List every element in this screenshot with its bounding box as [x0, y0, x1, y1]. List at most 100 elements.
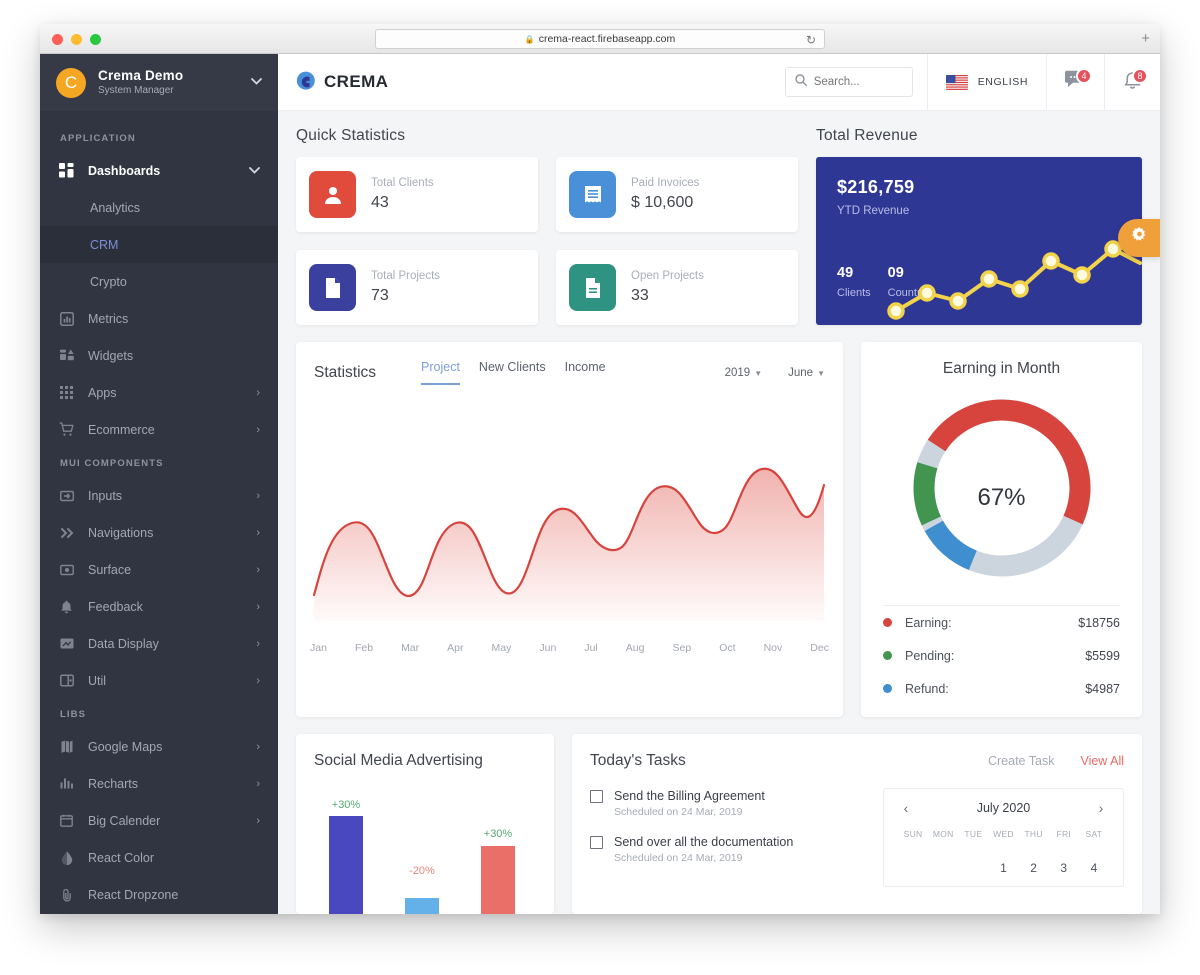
tab-project[interactable]: Project [421, 360, 460, 385]
calendar-day[interactable] [928, 839, 958, 875]
us-flag-icon [945, 74, 968, 90]
month-label: Dec [810, 642, 829, 654]
month-label: Oct [719, 642, 736, 654]
tasks-card: Today's Tasks Create Task View All Send … [572, 734, 1142, 914]
year-select[interactable]: 2019 ▼ [725, 367, 763, 379]
revenue-sparkline-chart [887, 240, 1142, 320]
sidebar-item-surface[interactable]: Surface › [40, 551, 278, 588]
stat-card-paid-invoices[interactable]: Paid Invoices $ 10,600 [556, 157, 798, 232]
address-bar[interactable]: 🔒 crema-react.firebaseapp.com ↻ [375, 29, 825, 49]
search-box[interactable] [784, 67, 913, 97]
sidebar-item-big-calender[interactable]: Big Calender › [40, 802, 278, 839]
legend-amount: $18756 [1078, 615, 1120, 630]
sidebar-item-crm[interactable]: CRM [40, 226, 278, 263]
stat-card-total-projects[interactable]: Total Projects 73 [296, 250, 538, 325]
tab-new-clients[interactable]: New Clients [479, 360, 546, 385]
total-revenue-card[interactable]: $216,759 YTD Revenue 49 Clients 09 Count… [816, 157, 1142, 325]
task-checkbox[interactable] [590, 790, 603, 803]
notifications-button[interactable]: 8 [1104, 53, 1160, 111]
legend-label: Earning: [905, 615, 952, 630]
chevron-right-icon: › [256, 489, 260, 502]
stat-text: Total Projects 73 [371, 268, 440, 307]
social-media-bar-chart: +30% -20% +30% [329, 799, 515, 914]
legend-dot-icon [883, 684, 892, 693]
revenue-clients-value: 49 [837, 265, 854, 281]
sidebar-item-inputs[interactable]: Inputs › [40, 477, 278, 514]
stat-text: Paid Invoices $ 10,600 [631, 175, 699, 214]
sidebar-item-data-display[interactable]: Data Display › [40, 625, 278, 662]
minimize-window-button[interactable] [71, 34, 82, 45]
calendar-day[interactable] [898, 839, 928, 875]
calendar-dow: WED [993, 829, 1014, 839]
tab-income[interactable]: Income [565, 360, 606, 385]
create-task-button[interactable]: Create Task [988, 754, 1054, 768]
calendar-day[interactable]: 1 [988, 839, 1018, 875]
month-select[interactable]: June ▼ [788, 367, 825, 379]
sidebar-item-crypto[interactable]: Crypto [40, 263, 278, 300]
chevron-right-icon: › [256, 740, 260, 753]
chevron-right-icon[interactable]: › [1093, 800, 1109, 816]
month-label: Feb [354, 642, 374, 654]
view-all-button[interactable]: View All [1080, 754, 1124, 768]
content-area: Quick Statistics Total Clients 43 Paid I… [278, 111, 1160, 914]
settings-fab-button[interactable] [1118, 219, 1160, 257]
stat-value: 73 [371, 287, 389, 304]
calendar: ‹ July 2020 › SUN MON TUE WED THU FRI SA… [883, 788, 1124, 887]
legend-row-earning: Earning: $18756 [883, 606, 1120, 639]
tasks-title: Today's Tasks [590, 752, 686, 769]
month-label: Aug [625, 642, 645, 654]
chevron-down-icon[interactable] [251, 74, 262, 88]
task-checkbox[interactable] [590, 836, 603, 849]
chevron-left-icon[interactable]: ‹ [898, 800, 914, 816]
file-icon [309, 264, 356, 311]
chevron-right-icon: › [256, 563, 260, 576]
sidebar-item-react-color[interactable]: React Color [40, 839, 278, 876]
sidebar-item-metrics[interactable]: Metrics [40, 300, 278, 337]
language-selector[interactable]: ENGLISH [926, 53, 1046, 111]
messages-button[interactable]: 4 [1046, 53, 1104, 111]
new-tab-button[interactable]: + [1141, 31, 1150, 46]
quick-statistics-title: Quick Statistics [296, 127, 406, 144]
calendar-month-label: July 2020 [976, 801, 1031, 815]
task-item[interactable]: Send over all the documentation Schedule… [590, 834, 875, 867]
sidebar-user-box[interactable]: C Crema Demo System Manager [40, 54, 278, 111]
legend-amount: $4987 [1085, 681, 1120, 696]
sidebar-item-apps[interactable]: Apps › [40, 374, 278, 411]
calendar-day[interactable]: 3 [1049, 839, 1079, 875]
brand[interactable]: CREMA [278, 71, 388, 93]
sidebar: C Crema Demo System Manager APPLICATION … [40, 54, 278, 914]
row-statistics: Statistics Project New Clients Income 20… [296, 342, 1142, 717]
sidebar-item-react-dropzone[interactable]: React Dropzone [40, 876, 278, 913]
calendar-day[interactable]: 2 [1019, 839, 1049, 875]
stat-card-open-projects[interactable]: Open Projects 33 [556, 250, 798, 325]
calendar-day[interactable]: 4 [1079, 839, 1109, 875]
sidebar-item-util[interactable]: Util › [40, 662, 278, 699]
social-media-card: Social Media Advertising +30% -20% +30% [296, 734, 554, 914]
maximize-window-button[interactable] [90, 34, 101, 45]
sidebar-item-recharts[interactable]: Recharts › [40, 765, 278, 802]
close-window-button[interactable] [52, 34, 63, 45]
stat-card-total-clients[interactable]: Total Clients 43 [296, 157, 538, 232]
sidebar-item-analytics[interactable]: Analytics [40, 189, 278, 226]
reload-icon[interactable]: ↻ [806, 32, 816, 48]
sidebar-item-navigations[interactable]: Navigations › [40, 514, 278, 551]
bar-label: -20% [409, 865, 435, 877]
search-input[interactable] [813, 76, 903, 88]
calendar-icon [58, 812, 75, 829]
task-item[interactable]: Send the Billing Agreement Scheduled on … [590, 788, 875, 821]
legend-dot-icon [883, 618, 892, 627]
sidebar-item-feedback[interactable]: Feedback › [40, 588, 278, 625]
sidebar-item-google-maps[interactable]: Google Maps › [40, 728, 278, 765]
sidebar-item-label: React Color [88, 850, 154, 865]
chevron-down-icon [249, 165, 260, 177]
sidebar-item-widgets[interactable]: Widgets [40, 337, 278, 374]
stat-label: Paid Invoices [631, 177, 700, 189]
calendar-dow: SAT [1085, 829, 1103, 839]
calendar-day[interactable] [958, 839, 988, 875]
sidebar-item-dashboards[interactable]: Dashboards [40, 152, 278, 189]
month-label: Nov [763, 642, 783, 654]
statistics-card: Statistics Project New Clients Income 20… [296, 342, 843, 717]
sidebar-item-label: Widgets [88, 348, 134, 363]
sidebar-user-role: System Manager [98, 84, 174, 96]
sidebar-item-ecommerce[interactable]: Ecommerce › [40, 411, 278, 448]
